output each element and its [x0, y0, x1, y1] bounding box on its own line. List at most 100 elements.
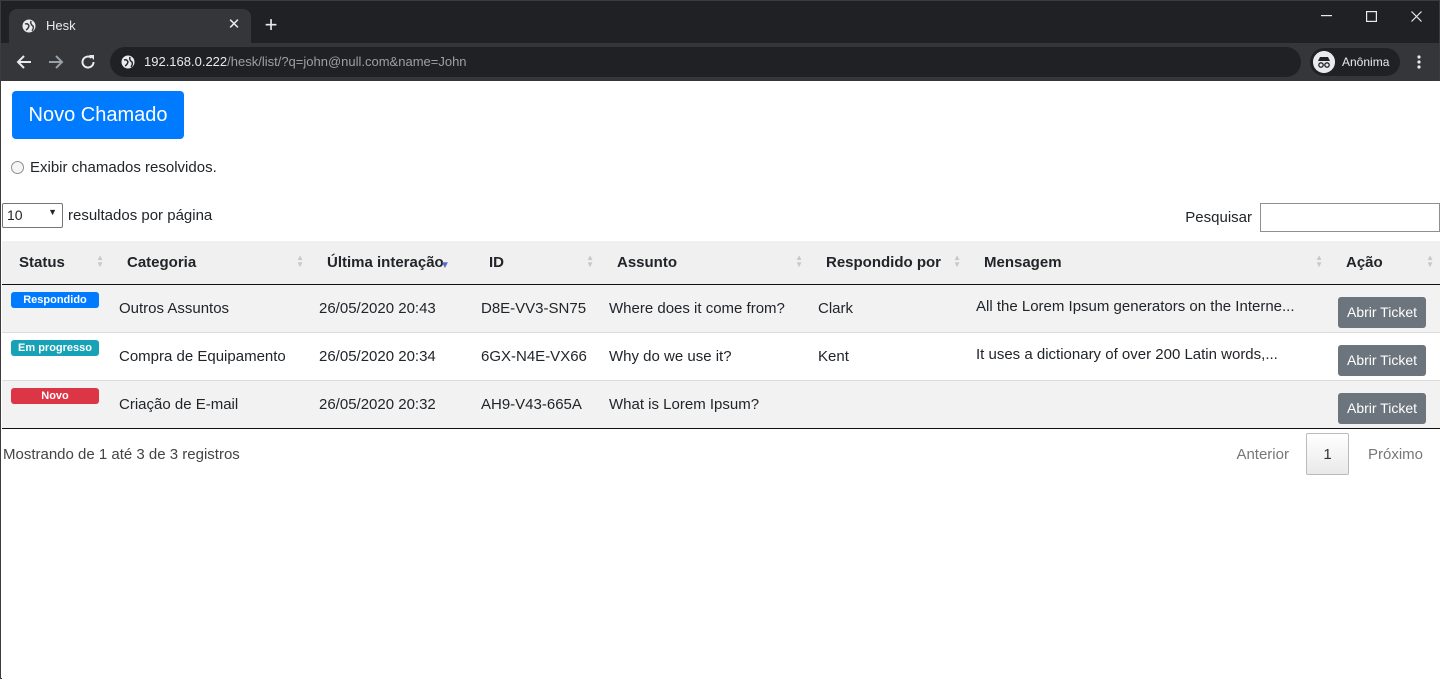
assunto-cell: Why do we use it?: [600, 331, 809, 380]
mensagem-cell: It uses a dictionary of over 200 Latin w…: [967, 331, 1329, 380]
sort-icon: ▲ ▼: [96, 253, 104, 269]
sort-icon: ▲ ▼: [795, 253, 803, 269]
table-row: Em progresso Compra de Equipamento 26/05…: [2, 331, 1440, 380]
reload-icon[interactable]: [77, 51, 99, 73]
categoria-cell: Criação de E-mail: [110, 379, 310, 429]
respondido-cell: Clark: [809, 284, 967, 332]
page-number-button[interactable]: 1: [1305, 433, 1349, 475]
globe-icon: [121, 55, 135, 69]
column-header-label: Categoria: [127, 253, 197, 271]
url-host: 192.168.0.222: [144, 54, 228, 69]
url-path: /hesk/list/?q=john@null.com&name=John: [227, 54, 467, 69]
maximize-icon[interactable]: [1348, 1, 1394, 31]
column-header-categoria[interactable]: Categoria ▲ ▼: [110, 241, 310, 285]
column-header-label: Última interação: [327, 253, 444, 271]
column-header-label: Ação: [1346, 253, 1383, 271]
data-cell: 26/05/2020 20:34: [310, 331, 472, 380]
show-resolved-label: Exibir chamados resolvidos.: [30, 159, 217, 176]
sort-desc-icon: ▼: [440, 260, 450, 271]
data-cell: 26/05/2020 20:32: [310, 379, 472, 429]
sort-icon: ▲ ▼: [586, 253, 594, 269]
dropdown-arrow-icon: ▼: [48, 207, 57, 217]
status-cell: Respondido: [2, 284, 110, 332]
more-menu-icon[interactable]: [1409, 52, 1429, 72]
column-header-label: Status: [19, 253, 65, 271]
assunto-cell: Where does it come from?: [600, 284, 809, 332]
table-header-row: Status ▲ ▼ Categoria ▲ ▼ Última interação ▼ I…: [2, 241, 1440, 285]
browser-window: Hesk ✕ + 192.168.0.222/hesk/list/?q=john…: [0, 0, 1440, 679]
acao-cell: Abrir Ticket: [1329, 331, 1440, 380]
column-header-ultima-interacao[interactable]: Última interação ▼: [310, 241, 472, 285]
previous-page-button[interactable]: Anterior: [1236, 446, 1289, 463]
forward-icon[interactable]: [45, 51, 67, 73]
page-length-value: 10: [7, 207, 23, 223]
tab-close-icon[interactable]: ✕: [226, 17, 242, 33]
sort-icon: ▲ ▼: [1426, 253, 1434, 269]
next-page-button[interactable]: Próximo: [1368, 446, 1423, 463]
tickets-table: Status ▲ ▼ Categoria ▲ ▼ Última interação ▼ I…: [2, 241, 1440, 429]
data-cell: 26/05/2020 20:43: [310, 284, 472, 332]
page-length-control: 10 ▼ resultados por página: [2, 203, 212, 228]
open-ticket-button[interactable]: Abrir Ticket: [1338, 296, 1426, 328]
id-cell: D8E-VV3-SN75: [472, 284, 600, 332]
address-bar[interactable]: 192.168.0.222/hesk/list/?q=john@null.com…: [110, 47, 1301, 77]
browser-toolbar: 192.168.0.222/hesk/list/?q=john@null.com…: [1, 43, 1439, 81]
search-control: Pesquisar: [1185, 203, 1440, 232]
new-tab-icon[interactable]: +: [261, 14, 281, 36]
column-header-label: Assunto: [617, 253, 677, 271]
page-length-select[interactable]: 10 ▼: [2, 203, 63, 228]
page-content: Novo Chamado Exibir chamados resolvidos.…: [2, 81, 1440, 679]
table-row: Respondido Outros Assuntos 26/05/2020 20…: [2, 284, 1440, 332]
title-bar: Hesk ✕ +: [1, 1, 1439, 43]
status-cell: Em progresso: [2, 331, 110, 380]
globe-icon: [22, 19, 36, 33]
id-cell: 6GX-N4E-VX66: [472, 331, 600, 380]
column-header-mensagem[interactable]: Mensagem ▲ ▼: [967, 241, 1329, 285]
categoria-cell: Compra de Equipamento: [110, 331, 310, 380]
open-ticket-button[interactable]: Abrir Ticket: [1338, 344, 1426, 376]
show-resolved-radio[interactable]: [11, 161, 24, 174]
mensagem-cell: [967, 379, 1329, 429]
status-badge: Novo: [11, 388, 99, 404]
sort-icon: ▲ ▼: [296, 253, 304, 269]
url-text: 192.168.0.222/hesk/list/?q=john@null.com…: [144, 54, 467, 69]
column-header-id[interactable]: ID ▲ ▼: [472, 241, 600, 285]
respondido-cell: [809, 379, 967, 429]
column-header-respondido-por[interactable]: Respondido por ▲ ▼: [809, 241, 967, 285]
column-header-status[interactable]: Status ▲ ▼: [2, 241, 110, 285]
column-header-acao[interactable]: Ação ▲ ▼: [1329, 241, 1440, 285]
browser-tab[interactable]: Hesk ✕: [9, 9, 251, 43]
status-cell: Novo: [2, 379, 110, 429]
status-badge: Respondido: [11, 292, 99, 308]
mensagem-cell: All the Lorem Ipsum generators on the In…: [967, 284, 1329, 332]
open-ticket-button[interactable]: Abrir Ticket: [1338, 392, 1426, 424]
minimize-icon[interactable]: [1303, 1, 1349, 31]
assunto-cell: What is Lorem Ipsum?: [600, 379, 809, 429]
table-row: Novo Criação de E-mail 26/05/2020 20:32 …: [2, 379, 1440, 429]
mensagem-text: It uses a dictionary of over 200 Latin w…: [976, 345, 1278, 363]
search-input[interactable]: [1260, 203, 1440, 232]
page-length-label: resultados por página: [68, 207, 213, 224]
back-icon[interactable]: [13, 51, 35, 73]
window-close-icon[interactable]: [1393, 1, 1439, 31]
sort-icon: ▲ ▼: [953, 253, 961, 269]
acao-cell: Abrir Ticket: [1329, 379, 1440, 429]
show-resolved-toggle[interactable]: Exibir chamados resolvidos.: [11, 159, 217, 176]
acao-cell: Abrir Ticket: [1329, 284, 1440, 332]
column-header-assunto[interactable]: Assunto ▲ ▼: [600, 241, 809, 285]
respondido-cell: Kent: [809, 331, 967, 380]
search-label: Pesquisar: [1185, 209, 1252, 226]
table-info: Mostrando de 1 até 3 de 3 registros: [3, 446, 240, 463]
new-ticket-button[interactable]: Novo Chamado: [12, 91, 184, 139]
pagination: Anterior 1 Próximo: [1236, 433, 1423, 475]
mensagem-text: All the Lorem Ipsum generators on the In…: [976, 297, 1295, 315]
tab-title: Hesk: [46, 18, 76, 33]
id-cell: AH9-V43-665A: [472, 379, 600, 429]
column-header-label: ID: [489, 253, 504, 271]
categoria-cell: Outros Assuntos: [110, 284, 310, 332]
profile-label: Anônima: [1342, 55, 1390, 69]
incognito-badge[interactable]: Anônima: [1310, 48, 1400, 76]
incognito-icon: [1313, 51, 1335, 73]
sort-icon: ▲ ▼: [1315, 253, 1323, 269]
status-badge: Em progresso: [11, 340, 99, 356]
